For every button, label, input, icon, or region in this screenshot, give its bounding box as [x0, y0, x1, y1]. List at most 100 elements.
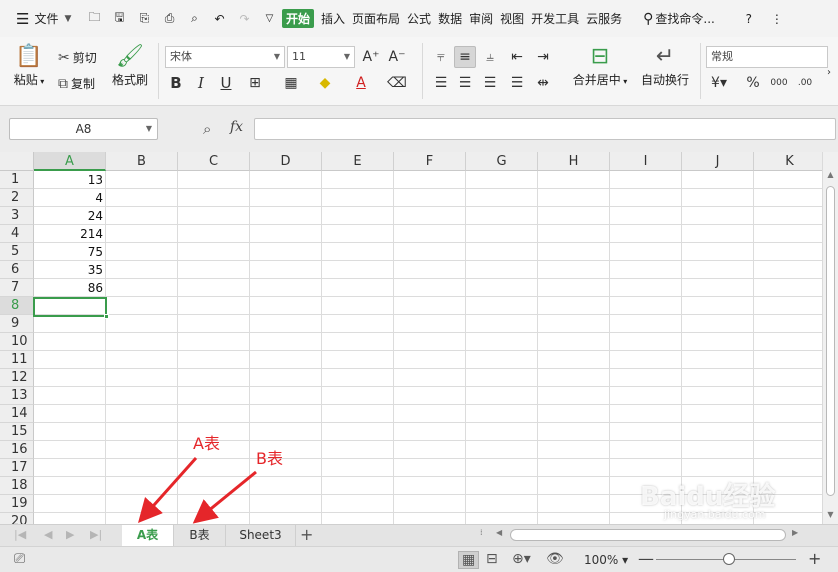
font-color-icon[interactable]: A	[350, 72, 372, 94]
first-sheet-icon[interactable]: |◀	[14, 528, 26, 541]
cell-a5[interactable]: 75	[34, 243, 106, 261]
font-name-select[interactable]: 宋体 ▼	[165, 46, 285, 68]
tab-splitter-icon[interactable]: ⁞	[480, 528, 483, 537]
format-painter-button[interactable]: 🖌 格式刷	[110, 43, 150, 88]
fill-handle[interactable]	[104, 314, 109, 319]
column-header-d[interactable]: D	[250, 152, 322, 171]
decrease-indent-icon[interactable]: ⇤	[506, 46, 528, 68]
row-header-12[interactable]: 12	[0, 369, 34, 387]
increase-decimal-icon[interactable]: .00	[794, 72, 816, 94]
sheet-tab-b[interactable]: B表	[174, 525, 226, 546]
cell-a7[interactable]: 86	[34, 279, 106, 297]
currency-icon[interactable]: ¥▾	[708, 72, 730, 94]
row-header-3[interactable]: 3	[0, 207, 34, 225]
scroll-left-icon[interactable]: ◀	[496, 528, 502, 537]
tab-developer[interactable]: 开发工具	[531, 7, 579, 31]
print-icon[interactable]: ⎙	[157, 7, 182, 31]
last-sheet-icon[interactable]: ▶|	[90, 528, 102, 541]
select-all-corner[interactable]	[0, 152, 34, 171]
sheet-tab-a[interactable]: A表	[122, 525, 174, 546]
tab-data[interactable]: 数据	[438, 7, 462, 31]
underline-button[interactable]: U	[215, 72, 237, 94]
column-header-e[interactable]: E	[322, 152, 394, 171]
horizontal-scroll-thumb[interactable]	[510, 529, 786, 541]
align-left-icon[interactable]: ☰	[430, 72, 452, 94]
file-menu-button[interactable]: ☰ 文件 ▼	[0, 7, 82, 31]
macro-record-icon[interactable]: ⎚	[14, 551, 25, 567]
zoom-out-button[interactable]: —	[638, 549, 654, 568]
tab-review[interactable]: 审阅	[469, 7, 493, 31]
row-header-5[interactable]: 5	[0, 243, 34, 261]
eraser-icon[interactable]: ⌫	[386, 72, 408, 94]
percent-button[interactable]: %	[742, 72, 764, 94]
align-middle-icon[interactable]: ≡	[454, 46, 476, 68]
wrap-text-button[interactable]: ↵ 自动换行	[638, 43, 692, 88]
undo-icon[interactable]: ↶	[207, 7, 232, 31]
align-bottom-icon[interactable]: ⫨	[479, 46, 501, 68]
scroll-right-icon[interactable]: ▶	[792, 528, 798, 537]
command-search[interactable]: ⚲ 查找命令...	[643, 7, 715, 31]
row-header-8[interactable]: 8	[0, 297, 34, 315]
merge-center-button[interactable]: ⊟ 合并居中 ▾	[570, 43, 630, 88]
page-layout-view-icon[interactable]: ⊕▾	[512, 551, 531, 567]
row-header-2[interactable]: 2	[0, 189, 34, 207]
normal-view-icon[interactable]: ▦	[458, 551, 480, 569]
row-header-4[interactable]: 4	[0, 225, 34, 243]
cell-a2[interactable]: 4	[34, 189, 106, 207]
selected-cell-a8[interactable]	[33, 297, 109, 319]
tab-insert[interactable]: 插入	[321, 7, 345, 31]
justify-icon[interactable]: ☰	[506, 72, 528, 94]
vertical-scroll-thumb[interactable]	[826, 186, 835, 496]
italic-button[interactable]: I	[190, 72, 212, 94]
row-header-18[interactable]: 18	[0, 477, 34, 495]
row-header-19[interactable]: 19	[0, 495, 34, 513]
reading-mode-eye-icon[interactable]: 👁	[546, 551, 564, 567]
cell-a3[interactable]: 24	[34, 207, 106, 225]
row-header-7[interactable]: 7	[0, 279, 34, 297]
cell-a1[interactable]: 13	[34, 171, 106, 189]
add-sheet-button[interactable]: +	[300, 525, 313, 545]
ribbon-scroll-right-icon[interactable]: ›	[822, 61, 836, 83]
cell-a4[interactable]: 214	[34, 225, 106, 243]
increase-font-size-icon[interactable]: A⁺	[360, 46, 382, 68]
fill-pattern-icon[interactable]: ▦	[280, 72, 302, 94]
row-header-13[interactable]: 13	[0, 387, 34, 405]
formula-input[interactable]	[254, 118, 836, 140]
print-preview-icon[interactable]: ⌕	[182, 7, 207, 31]
spreadsheet-grid[interactable]: A B C D E F G H I J K 1 2 3 4 5 6 7 8 9 10 11 12 13 14 15 16 17 18 19…	[0, 152, 822, 524]
zoom-lookup-icon[interactable]: ⌕	[203, 120, 211, 138]
tab-view[interactable]: 视图	[500, 7, 524, 31]
row-header-9[interactable]: 9	[0, 315, 34, 333]
scroll-up-icon[interactable]: ▲	[823, 168, 838, 182]
row-header-20[interactable]: 20	[0, 513, 34, 524]
redo-icon[interactable]: ↷	[232, 7, 257, 31]
help-button[interactable]: ?	[735, 7, 763, 31]
align-top-icon[interactable]: ⫧	[430, 46, 452, 68]
number-format-select[interactable]: 常规	[706, 46, 828, 68]
save-icon[interactable]: 🖫	[107, 7, 132, 31]
row-header-11[interactable]: 11	[0, 351, 34, 369]
align-right-icon[interactable]: ☰	[479, 72, 501, 94]
column-header-j[interactable]: J	[682, 152, 754, 171]
distributed-align-icon[interactable]: ⇹	[532, 72, 554, 94]
row-header-15[interactable]: 15	[0, 423, 34, 441]
decrease-font-size-icon[interactable]: A⁻	[386, 46, 408, 68]
more-options-icon[interactable]: ⋮	[763, 7, 791, 31]
row-header-6[interactable]: 6	[0, 261, 34, 279]
column-header-h[interactable]: H	[538, 152, 610, 171]
column-header-a[interactable]: A	[34, 152, 106, 171]
open-folder-icon[interactable]: 🗀	[82, 7, 107, 31]
font-size-select[interactable]: 11 ▼	[287, 46, 355, 68]
tab-home[interactable]: 开始	[282, 9, 315, 28]
thousands-separator-button[interactable]: 000	[768, 72, 790, 94]
tab-formulas[interactable]: 公式	[407, 7, 431, 31]
borders-icon[interactable]: ⊞	[244, 72, 266, 94]
zoom-slider-knob[interactable]	[723, 553, 735, 565]
row-header-14[interactable]: 14	[0, 405, 34, 423]
name-box[interactable]: A8 ▼	[9, 118, 158, 140]
tab-cloud-services[interactable]: 云服务	[586, 7, 622, 31]
sheet-tab-sheet3[interactable]: Sheet3	[226, 525, 296, 546]
row-header-10[interactable]: 10	[0, 333, 34, 351]
column-header-g[interactable]: G	[466, 152, 538, 171]
column-header-c[interactable]: C	[178, 152, 250, 171]
